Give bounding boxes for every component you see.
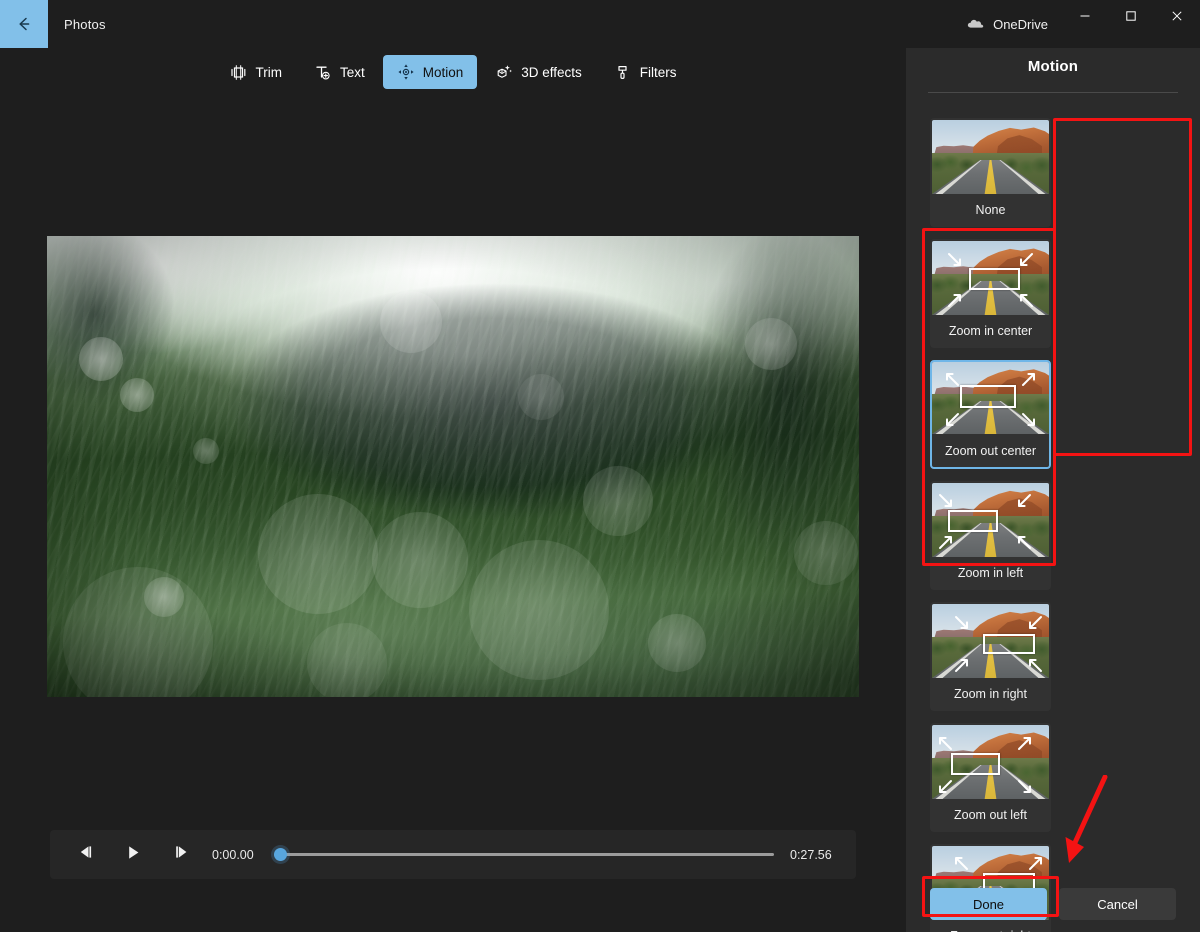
titlebar-spacer xyxy=(106,0,967,48)
timeline-slider[interactable] xyxy=(274,843,774,867)
effect-tile-zoom-out-center[interactable]: Zoom out center xyxy=(930,360,1051,469)
play-button[interactable] xyxy=(116,840,150,870)
effect-tile-zoom-in-right[interactable]: Zoom in right xyxy=(930,602,1051,711)
tab-text-label: Text xyxy=(339,64,365,80)
tab-motion[interactable]: Motion xyxy=(382,55,478,89)
panel-footer: Done Cancel xyxy=(906,888,1200,920)
effect-tile-label: Zoom out right xyxy=(932,920,1049,932)
effect-tile-label: Zoom in center xyxy=(948,323,1033,338)
filters-icon xyxy=(614,63,632,81)
panel-title: Motion xyxy=(1027,57,1079,75)
window-controls xyxy=(1062,0,1200,48)
total-time-label: 0:27.56 xyxy=(790,847,832,862)
text-icon xyxy=(314,63,332,81)
effect-thumbnail xyxy=(932,120,1049,194)
motion-panel: Motion None Zoom in center Zoom out cent… xyxy=(906,44,1200,932)
video-frame[interactable] xyxy=(47,235,859,697)
cancel-button[interactable]: Cancel xyxy=(1059,888,1176,920)
trim-icon xyxy=(229,63,247,81)
effect-thumbnail xyxy=(932,241,1049,315)
video-vignette-layer xyxy=(47,235,859,697)
app-title: Photos xyxy=(64,16,106,32)
tab-3d-effects[interactable]: 3D effects xyxy=(481,55,596,89)
effect-tile-zoom-in-center[interactable]: Zoom in center xyxy=(930,239,1051,348)
title-bar: Photos OneDrive xyxy=(0,0,1200,48)
onedrive-label: OneDrive xyxy=(993,16,1048,32)
next-frame-icon xyxy=(174,845,189,864)
motion-icon xyxy=(397,63,415,81)
tab-motion-label: Motion xyxy=(422,64,464,80)
cloud-icon xyxy=(967,17,984,32)
effect-thumbnail xyxy=(932,362,1049,434)
arrow-left-icon xyxy=(15,15,33,33)
back-button[interactable] xyxy=(0,0,48,48)
onedrive-status[interactable]: OneDrive xyxy=(967,17,1062,32)
done-button[interactable]: Done xyxy=(930,888,1047,920)
maximize-button[interactable] xyxy=(1108,0,1154,32)
3d-effects-icon xyxy=(495,63,513,81)
effect-tile-label: Zoom out center xyxy=(944,443,1036,458)
tab-filters[interactable]: Filters xyxy=(600,55,691,89)
effect-tile-none[interactable]: None xyxy=(930,118,1051,227)
motion-effects-grid: None Zoom in center Zoom out center Zoom… xyxy=(930,118,1180,932)
effect-tile-zoom-in-left[interactable]: Zoom in left xyxy=(930,481,1051,590)
play-icon xyxy=(126,845,141,865)
video-preview-area xyxy=(0,96,906,836)
timeline-thumb[interactable] xyxy=(274,848,287,861)
next-frame-button[interactable] xyxy=(164,840,198,870)
tab-text[interactable]: Text xyxy=(300,55,379,89)
playback-controls: 0:00.00 0:27.56 xyxy=(50,830,856,879)
minimize-button[interactable] xyxy=(1062,0,1108,32)
effect-thumbnail xyxy=(932,604,1049,678)
photos-video-editor-window: Photos OneDrive Trim Text Motion 3D effe… xyxy=(0,0,1200,932)
edit-toolbar: Trim Text Motion 3D effects Filters xyxy=(0,48,906,96)
effect-thumbnail xyxy=(932,483,1049,557)
panel-divider xyxy=(928,92,1178,93)
tab-trim[interactable]: Trim xyxy=(215,55,296,89)
tab-3d-effects-label: 3D effects xyxy=(521,64,582,80)
close-button[interactable] xyxy=(1154,0,1200,32)
effect-tile-label: Zoom out left xyxy=(954,807,1027,822)
effect-tile-label: Zoom in left xyxy=(957,565,1024,580)
tab-trim-label: Trim xyxy=(255,64,282,80)
effect-tile-zoom-out-left[interactable]: Zoom out left xyxy=(930,723,1051,832)
effect-tile-label: None xyxy=(975,202,1006,217)
timeline-track xyxy=(274,853,774,856)
previous-frame-icon xyxy=(78,845,93,864)
current-time-label: 0:00.00 xyxy=(212,847,254,862)
effect-tile-label: Zoom in right xyxy=(954,686,1027,701)
tab-filters-label: Filters xyxy=(639,64,677,80)
previous-frame-button[interactable] xyxy=(68,840,102,870)
effect-thumbnail xyxy=(932,725,1049,799)
